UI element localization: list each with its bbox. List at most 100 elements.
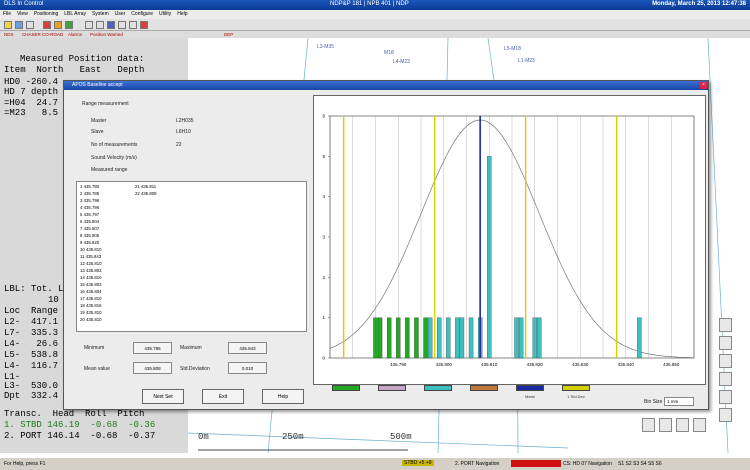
field-value: L6H10 bbox=[176, 129, 191, 135]
measured-headers: Item North East Depth bbox=[4, 65, 145, 75]
target-icon[interactable] bbox=[140, 21, 148, 29]
menu-file[interactable]: File bbox=[0, 10, 14, 18]
list-item[interactable]: 21 435.811 bbox=[135, 184, 156, 189]
histogram-bar bbox=[459, 317, 465, 359]
section-label: Range measurement bbox=[82, 101, 129, 107]
histogram-bar bbox=[386, 317, 392, 359]
x-tick-label: 435.850 bbox=[663, 362, 680, 367]
menu-configure[interactable]: Configure bbox=[128, 10, 156, 18]
list-item[interactable]: 6 435.804 bbox=[80, 219, 99, 224]
menu-user[interactable]: User bbox=[112, 10, 129, 18]
stat-label: Minimum bbox=[84, 345, 105, 351]
zoom-icon[interactable] bbox=[85, 21, 93, 29]
legend-label: 1 Std.Dev bbox=[567, 394, 585, 399]
exit-button[interactable]: Exit bbox=[202, 389, 244, 404]
menu-positioning[interactable]: Positioning bbox=[31, 10, 61, 18]
list-item[interactable]: 4 435.796 bbox=[80, 205, 99, 210]
list-item[interactable]: 8 435.805 bbox=[80, 233, 99, 238]
map-label: L1-M23 bbox=[518, 58, 535, 64]
bin-size-select[interactable]: 1 mm bbox=[664, 397, 694, 406]
list-item[interactable]: 12 435.810 bbox=[80, 261, 102, 266]
save-icon[interactable] bbox=[15, 21, 23, 29]
alarm-icon[interactable] bbox=[54, 21, 62, 29]
list-item[interactable]: 5 435.797 bbox=[80, 212, 99, 217]
menu-utility[interactable]: Utility bbox=[156, 10, 174, 18]
list-item[interactable]: 18 435.816 bbox=[80, 303, 102, 308]
list-item[interactable]: 14 435.810 bbox=[80, 275, 102, 280]
menu-system[interactable]: System bbox=[89, 10, 112, 18]
tool-button[interactable] bbox=[693, 418, 706, 432]
list-item[interactable]: 17 435.810 bbox=[80, 296, 102, 301]
help-button[interactable]: Help bbox=[262, 389, 304, 404]
tool-button[interactable] bbox=[719, 336, 732, 350]
y-tick-label: 5 bbox=[322, 154, 325, 159]
list-item[interactable]: 2 435.785 bbox=[80, 191, 99, 196]
dialog-title: APOS Baseline accept bbox=[64, 81, 708, 90]
list-item[interactable]: 3 435.798 bbox=[80, 198, 99, 203]
pan-icon[interactable] bbox=[96, 21, 104, 29]
lbl-row: Dpt 332.4 bbox=[4, 391, 59, 401]
lbl-row: L2- 417.1 bbox=[4, 317, 59, 327]
tool-button[interactable] bbox=[642, 418, 655, 432]
x-tick-label: 435.840 bbox=[618, 362, 635, 367]
list-item[interactable]: 13 435.802 bbox=[80, 268, 102, 273]
settings-icon[interactable] bbox=[129, 21, 137, 29]
list-item[interactable]: 9 435.820 bbox=[80, 240, 99, 245]
list-item[interactable]: 22 435.808 bbox=[135, 191, 157, 196]
tool-button[interactable] bbox=[659, 418, 672, 432]
map-label: L3-M35 bbox=[317, 44, 334, 50]
stop-icon[interactable] bbox=[43, 21, 51, 29]
strip-item: DEP bbox=[224, 32, 234, 37]
lbl-row: L3- 530.0 bbox=[4, 381, 59, 391]
datetime: Monday, March 25, 2013 12:47:38 bbox=[652, 1, 746, 7]
histogram-bar bbox=[532, 317, 537, 359]
histogram-bar bbox=[437, 317, 442, 359]
run-icon[interactable] bbox=[65, 21, 73, 29]
print-icon[interactable] bbox=[26, 21, 34, 29]
legend-swatch bbox=[332, 385, 360, 391]
tool-button[interactable] bbox=[719, 390, 732, 404]
toolbar bbox=[0, 19, 750, 31]
tool-button[interactable] bbox=[719, 408, 732, 422]
lbl-row: L5- 538.8 bbox=[4, 350, 59, 360]
list-item[interactable]: 10 435.810 bbox=[80, 247, 102, 252]
tool-button[interactable] bbox=[676, 418, 689, 432]
map-tool-buttons bbox=[642, 300, 750, 450]
menu-view[interactable]: View bbox=[14, 10, 31, 18]
list-item[interactable]: 1 435.780 bbox=[80, 184, 99, 189]
list-item[interactable]: 15 435.803 bbox=[80, 282, 102, 287]
menu-lbl-array[interactable]: LBL Array bbox=[61, 10, 89, 18]
histogram-bar bbox=[537, 317, 542, 359]
field-label: No of measurements bbox=[91, 142, 138, 148]
window-title: NDP&P 181 | NPB 401 | NDP bbox=[330, 1, 409, 7]
next-set-button[interactable]: Next Set bbox=[142, 389, 184, 404]
lbl-count: 10 bbox=[48, 295, 59, 305]
grid-icon[interactable] bbox=[118, 21, 126, 29]
histogram-bar bbox=[414, 317, 419, 359]
map-label: M18 bbox=[384, 50, 394, 56]
y-tick-label: 1 bbox=[322, 315, 325, 320]
menu-help[interactable]: Help bbox=[174, 10, 190, 18]
list-item[interactable]: 19 435.810 bbox=[80, 310, 102, 315]
y-tick-label: 2 bbox=[322, 275, 325, 280]
legend-swatch bbox=[562, 385, 590, 391]
stat-value: 0.010 bbox=[228, 362, 267, 374]
x-tick-label: 435.830 bbox=[572, 362, 589, 367]
open-icon[interactable] bbox=[4, 21, 12, 29]
list-item[interactable]: 20 435.810 bbox=[80, 317, 102, 322]
close-icon[interactable]: × bbox=[700, 82, 707, 89]
scale-label: 500m bbox=[390, 432, 412, 442]
tool-button[interactable] bbox=[719, 354, 732, 368]
histogram-bar bbox=[518, 317, 524, 359]
status-item: STBD +5 +8 bbox=[402, 460, 434, 466]
histogram-bar bbox=[377, 317, 383, 359]
chart-icon[interactable] bbox=[107, 21, 115, 29]
tool-button[interactable] bbox=[719, 318, 732, 332]
histogram-bar bbox=[405, 317, 410, 359]
list-item[interactable]: 16 435.804 bbox=[80, 289, 102, 294]
list-item[interactable]: 11 435.843 bbox=[80, 254, 101, 259]
list-item[interactable]: 7 435.807 bbox=[80, 226, 99, 231]
scale-label: 0m bbox=[198, 432, 209, 442]
tool-button[interactable] bbox=[719, 372, 732, 386]
measurement-list[interactable]: 1 435.780 2 435.785 3 435.798 4 435.796 … bbox=[76, 181, 307, 332]
